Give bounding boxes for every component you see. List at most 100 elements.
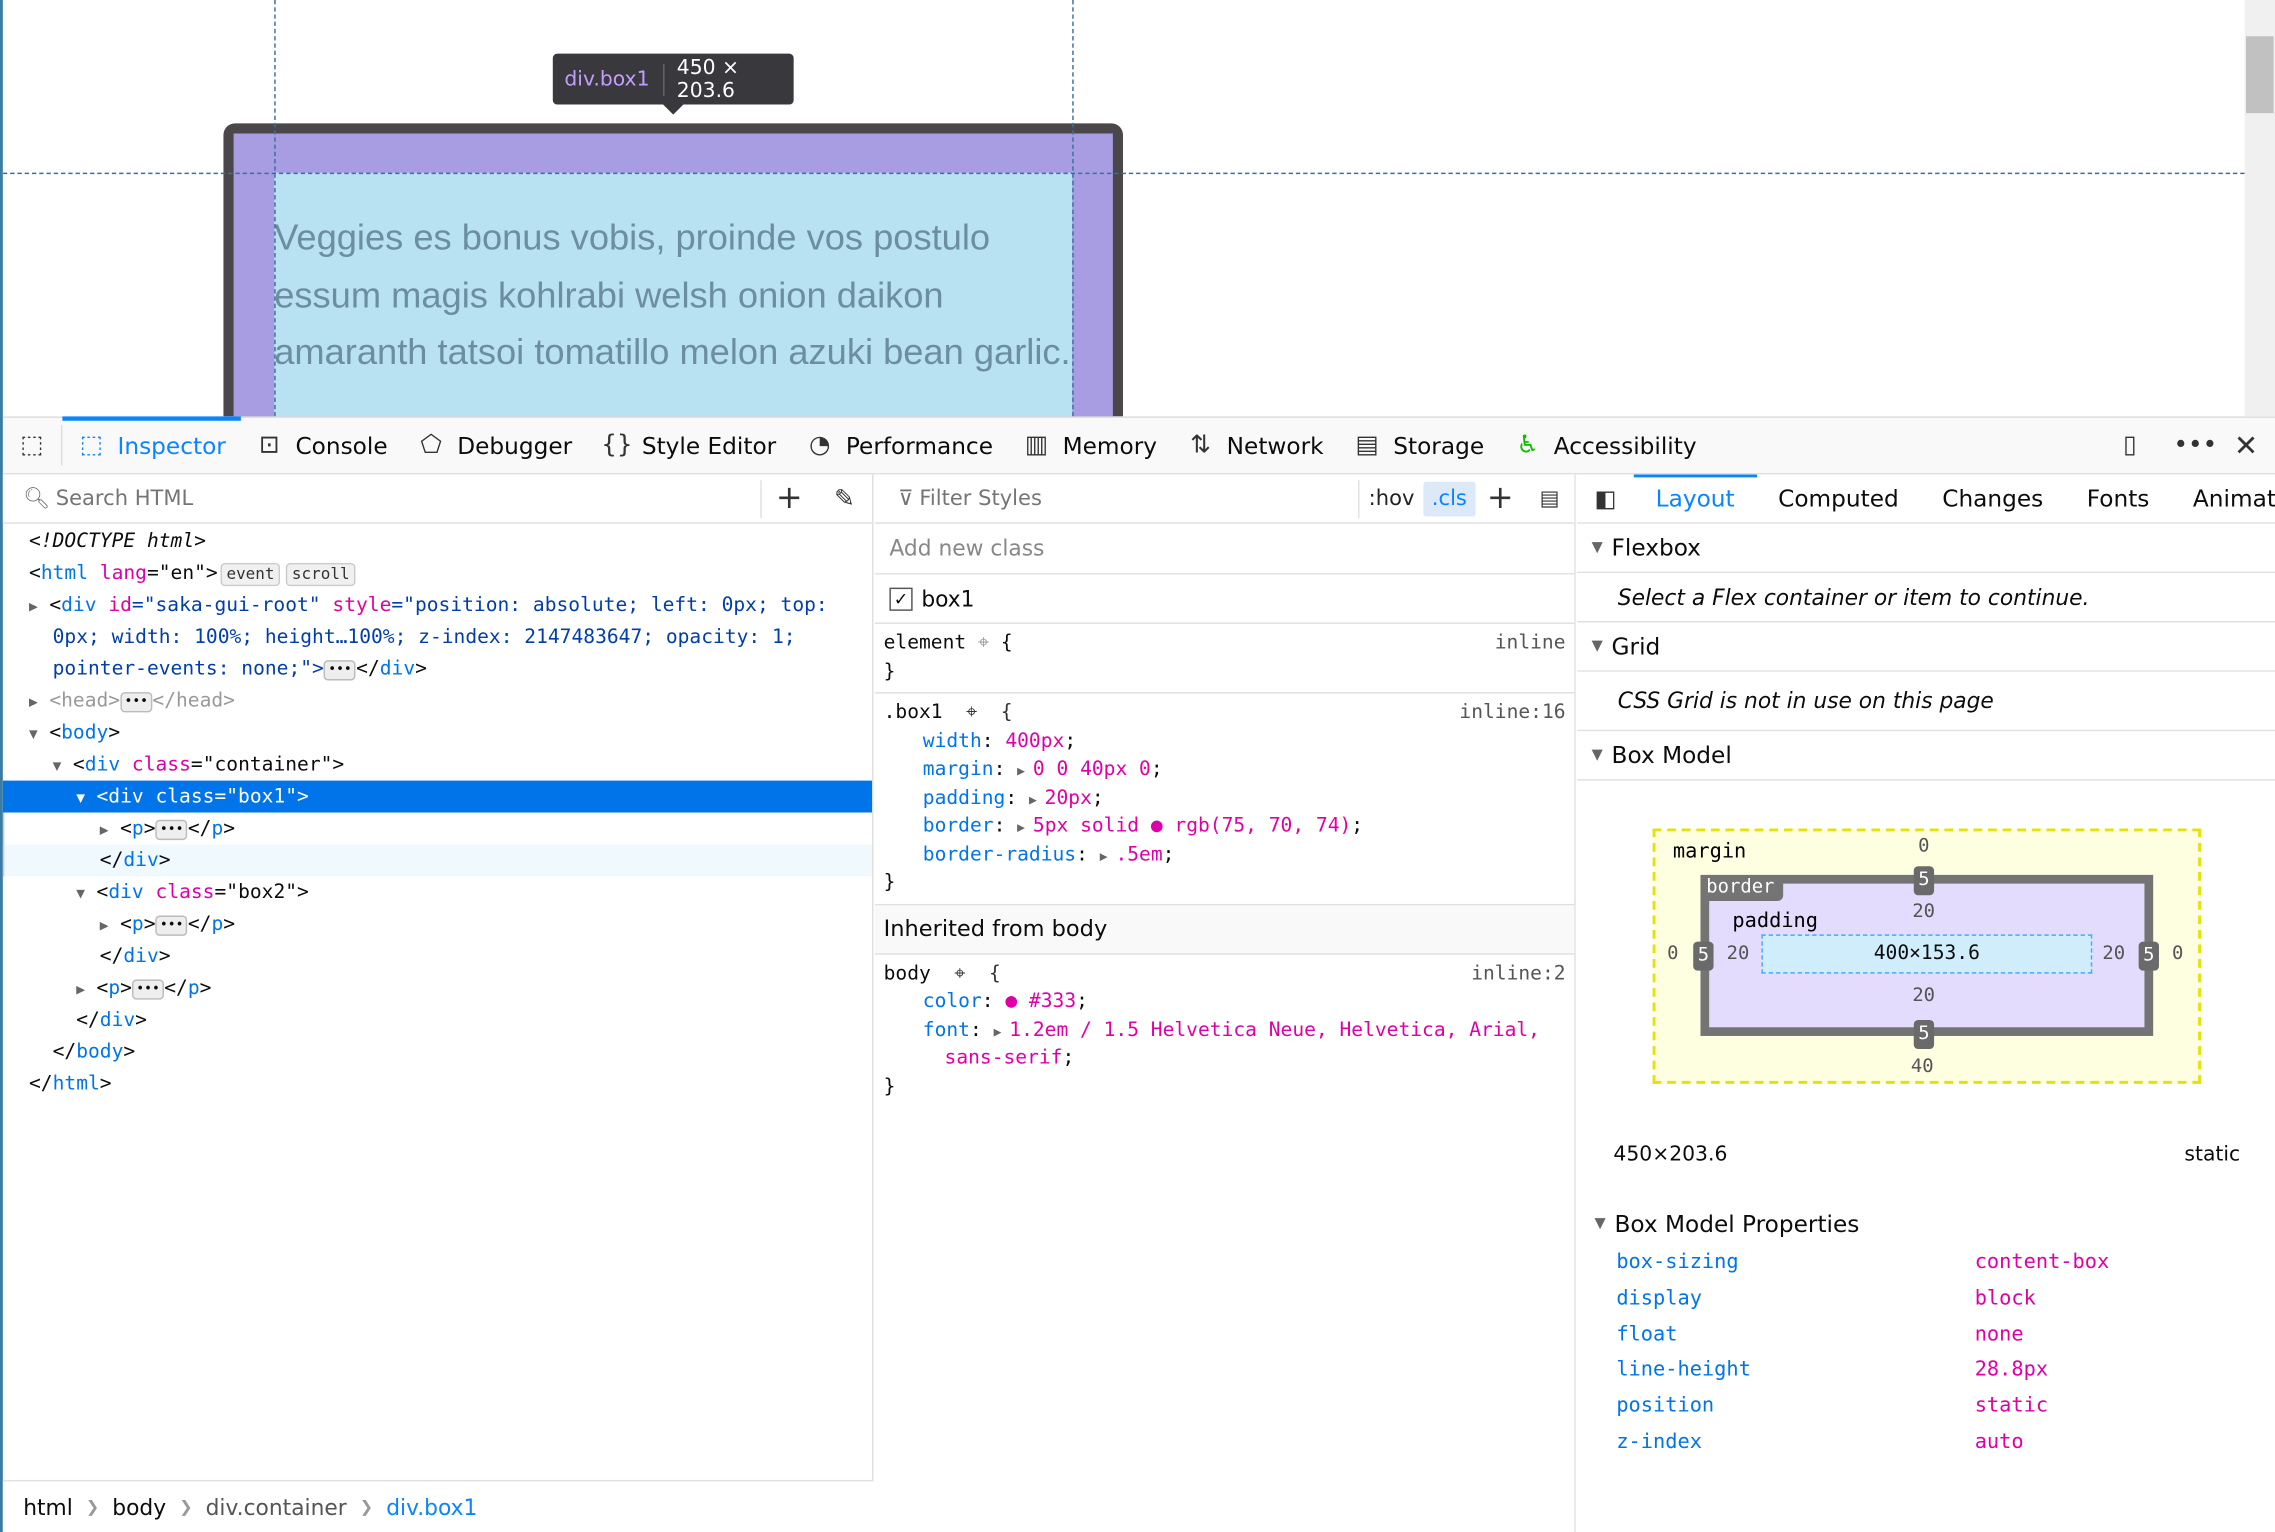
close-devtools-button[interactable]: ✕ [2217, 416, 2275, 474]
expand-shorthand-icon[interactable]: ▶ [1017, 765, 1033, 780]
property-value[interactable]: .5em [1115, 842, 1162, 865]
tab-fonts[interactable]: Fonts [2065, 474, 2171, 523]
add-class-input[interactable]: Add new class [874, 524, 1575, 575]
expand-toggle-icon[interactable]: ▼ [76, 879, 96, 911]
markup-line[interactable]: pointer-events: none;"> ••• </div> [3, 653, 872, 685]
markup-line[interactable]: ▼ <body> [3, 717, 872, 749]
margin-bottom-value[interactable]: 40 [1911, 1056, 1934, 1078]
padding-top-value[interactable]: 20 [1912, 901, 1935, 923]
tab-inspector[interactable]: ⬚ Inspector [62, 416, 240, 474]
property-value[interactable]: 400px [1005, 729, 1064, 752]
tab-changes[interactable]: Changes [1920, 474, 2065, 523]
collapsed-content-button[interactable]: ••• [120, 692, 153, 713]
box-model-properties-header[interactable]: ▼ Box Model Properties [1577, 1201, 2275, 1245]
declaration[interactable]: color: ● #333; [884, 988, 1566, 1016]
tab-performance[interactable]: ◔ Performance [791, 416, 1008, 474]
tab-style-editor[interactable]: {} Style Editor [587, 416, 791, 474]
tab-debugger[interactable]: ⬠ Debugger [402, 416, 587, 474]
cls-toggle[interactable]: .cls [1423, 480, 1476, 516]
property-value[interactable]: 20px [1045, 786, 1092, 809]
property-name[interactable]: border [923, 814, 994, 837]
border-right-value[interactable]: 5 [2138, 941, 2159, 971]
markup-line[interactable]: <!DOCTYPE html> [3, 525, 872, 557]
markup-line[interactable]: </div> [3, 940, 872, 972]
toggle-sidebar-button[interactable]: ◧ [1577, 485, 1634, 513]
margin-top-value[interactable]: 0 [1918, 836, 1929, 858]
markup-line[interactable]: ▶ <head> ••• </head> [3, 685, 872, 717]
markup-line[interactable]: <html lang="en"> event scroll [3, 557, 872, 589]
hov-toggle[interactable]: :hov [1360, 487, 1423, 510]
tab-animati[interactable]: Animati [2171, 474, 2275, 523]
declaration[interactable]: padding: ▶ 20px; [884, 784, 1566, 812]
flexbox-section-header[interactable]: ▼ Flexbox [1577, 523, 2275, 574]
declaration[interactable]: font: ▶ 1.2em / 1.5 Helvetica Neue, Helv… [884, 1016, 1566, 1044]
property-value[interactable]: 1.2em / 1.5 Helvetica Neue, Helvetica, A… [1009, 1018, 1540, 1041]
border-bottom-value[interactable]: 5 [1913, 1019, 1935, 1050]
markup-line[interactable]: ▼ <div class="box1"> [2, 780, 873, 813]
markup-line[interactable]: </div> [2, 844, 873, 877]
markup-line[interactable]: ▶ <p> ••• </p> [3, 972, 872, 1004]
expand-toggle-icon[interactable]: ▶ [100, 815, 120, 847]
markup-line[interactable]: 0px; width: 100%; height…100%; z-index: … [3, 621, 872, 653]
content-box[interactable]: 400×153.6 [1761, 934, 2093, 974]
collapsed-content-button[interactable]: ••• [323, 660, 357, 681]
breadcrumb-item[interactable]: body [112, 1494, 166, 1520]
property-value[interactable]: ● #333 [1005, 990, 1076, 1013]
margin-left-value[interactable]: 0 [1667, 943, 1678, 965]
eyedropper-button[interactable]: ✎ [817, 484, 872, 513]
expand-shorthand-icon[interactable]: ▶ [994, 1025, 1010, 1040]
expand-toggle-icon[interactable]: ▼ [29, 720, 49, 752]
rule-source[interactable]: inline [1495, 630, 1566, 658]
property-name[interactable]: margin [923, 757, 994, 780]
markup-line[interactable]: ▶ <p> ••• </p> [3, 908, 872, 940]
padding-left-value[interactable]: 20 [1727, 943, 1750, 965]
tab-computed[interactable]: Computed [1756, 474, 1920, 523]
declaration[interactable]: border: ▶ 5px solid ● rgb(75, 70, 74); [884, 813, 1566, 841]
collapsed-content-button[interactable]: ••• [131, 979, 165, 1000]
property-name[interactable]: padding [923, 786, 1006, 809]
tab-console[interactable]: ⊡ Console [240, 416, 402, 474]
highlight-icon[interactable]: ⌖ [978, 630, 989, 658]
border-left-value[interactable]: 5 [1693, 941, 1714, 971]
highlight-icon[interactable]: ⌖ { [943, 699, 1012, 727]
border-top-value[interactable]: 5 [1913, 866, 1935, 896]
property-value[interactable]: 0 0 40px 0 [1033, 757, 1151, 780]
property-name[interactable]: border-radius [923, 842, 1076, 865]
declaration[interactable]: border-radius: ▶ .5em; [884, 841, 1566, 869]
event-badge[interactable]: event [220, 562, 281, 587]
box-model-section-header[interactable]: ▼ Box Model [1577, 731, 2275, 781]
property-name[interactable]: font [923, 1018, 970, 1041]
expand-toggle-icon[interactable]: ▶ [76, 975, 96, 1007]
expand-toggle-icon[interactable]: ▶ [29, 592, 49, 624]
tab-memory[interactable]: ▥ Memory [1007, 416, 1171, 474]
declaration[interactable]: width: 400px; [884, 728, 1566, 756]
add-node-button[interactable]: + [762, 480, 817, 516]
page-scrollbar-thumb[interactable] [2246, 36, 2274, 114]
expand-toggle-icon[interactable]: ▶ [29, 688, 49, 720]
tab-network[interactable]: ⇅ Network [1172, 416, 1339, 474]
print-media-button[interactable]: ▤ [1525, 487, 1574, 510]
add-rule-button[interactable]: + [1476, 480, 1525, 516]
markup-line[interactable]: </body> [3, 1036, 872, 1068]
markup-line[interactable]: </html> [3, 1068, 872, 1100]
highlight-icon[interactable]: ⌖ { [931, 960, 1000, 988]
markup-line[interactable]: ▶ <div id="saka-gui-root" style="position… [3, 589, 872, 621]
padding-right-value[interactable]: 20 [2102, 943, 2125, 965]
rule-source[interactable]: inline:16 [1459, 699, 1565, 727]
expand-toggle-icon[interactable]: ▼ [53, 752, 73, 784]
expand-toggle-icon[interactable]: ▶ [100, 911, 120, 943]
class-checkbox[interactable]: ✓ [889, 586, 913, 611]
expand-shorthand-icon[interactable]: ▶ [1029, 793, 1045, 808]
search-html-input[interactable] [55, 479, 762, 518]
responsive-design-button[interactable]: ▯ [2101, 416, 2159, 474]
expand-shorthand-icon[interactable]: ▶ [1017, 821, 1033, 836]
pick-element-button[interactable]: ⬚ [3, 425, 63, 466]
breadcrumb-item[interactable]: div.container [206, 1494, 347, 1520]
markup-line[interactable]: </div> [3, 1004, 872, 1036]
markup-line[interactable]: ▼ <div class="container"> [3, 749, 872, 781]
more-options-button[interactable]: ••• [2159, 416, 2217, 474]
property-value[interactable]: 5px solid ● rgb(75, 70, 74) [1033, 814, 1351, 837]
markup-line[interactable]: ▶ <p> ••• </p> [3, 813, 872, 845]
tab-accessibility[interactable]: ♿︎ Accessibility [1499, 416, 1711, 474]
property-name[interactable]: width [923, 729, 982, 752]
